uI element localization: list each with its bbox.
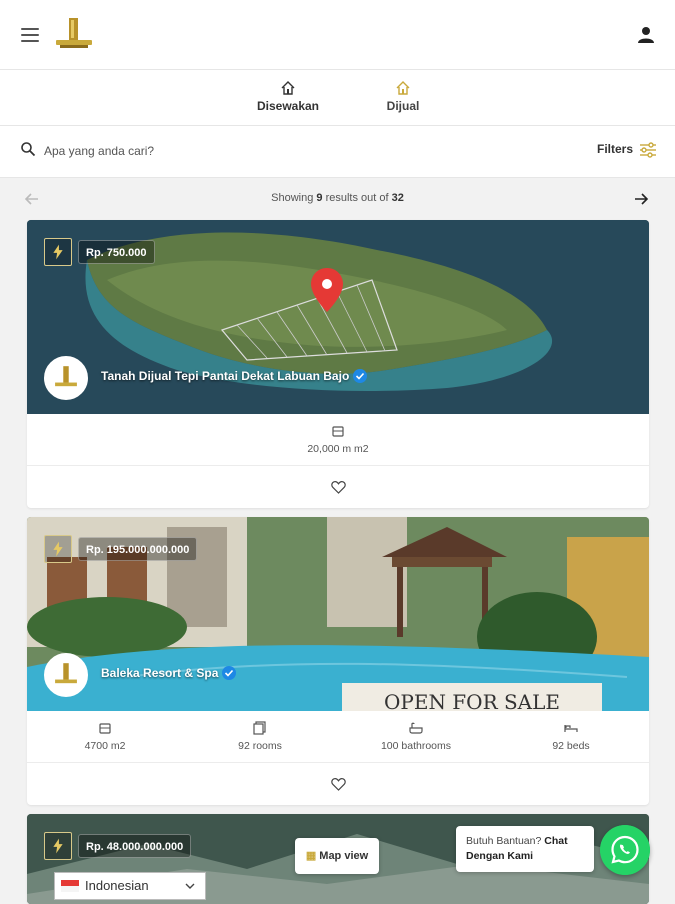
listing-photo[interactable]: Rp. 750.000 Tanah Dijual Tepi Pantai Dek… [27, 220, 649, 414]
rooms-icon [253, 721, 266, 735]
house-icon [396, 81, 410, 95]
agent-avatar[interactable] [44, 356, 88, 400]
verified-badge-icon [353, 369, 368, 383]
heart-icon[interactable] [331, 777, 346, 791]
filter-sliders-icon[interactable] [639, 141, 657, 159]
language-selector[interactable]: Indonesian [54, 872, 206, 900]
search-bar: Filters [0, 126, 675, 178]
favorite-row [27, 467, 649, 508]
results-count: Showing 9 results out of 32 [0, 192, 675, 204]
results-shown: 9 [316, 192, 323, 204]
arrow-right-icon[interactable] [633, 191, 649, 207]
results-prefix: Showing [271, 192, 314, 204]
feature-area: 4700 m2 [45, 721, 165, 752]
listing-features: 4700 m2 92 rooms 100 bathrooms 92 beds [27, 711, 649, 763]
open-for-sale-banner: OPEN FOR SALE [384, 690, 560, 711]
hamburger-icon[interactable] [21, 28, 39, 42]
listing-title[interactable]: Tanah Dijual Tepi Pantai Dekat Labuan Ba… [101, 369, 368, 383]
favorite-row [27, 764, 649, 805]
listing-features: 20,000 m m2 [27, 414, 649, 466]
tab-disewakan[interactable]: Disewakan [252, 80, 324, 113]
feature-label: 92 beds [552, 740, 590, 752]
results-middle: results out of [325, 192, 389, 204]
listing-title-text: Tanah Dijual Tepi Pantai Dekat Labuan Ba… [101, 369, 350, 383]
bathtub-icon [409, 722, 423, 734]
indonesia-flag-icon [61, 880, 79, 892]
listing-card[interactable]: Rp. 750.000 Tanah Dijual Tepi Pantai Dek… [27, 220, 649, 508]
map-view-button[interactable]: ▦ Map view [295, 838, 379, 874]
verified-badge-icon [222, 666, 237, 680]
listing-type-tabs: Disewakan Dijual [0, 70, 675, 126]
bed-icon [564, 725, 578, 732]
tab-label: Dijual [386, 99, 420, 113]
top-bar [0, 0, 675, 70]
feature-label: 92 rooms [238, 740, 282, 752]
filters-button[interactable]: Filters [597, 142, 633, 156]
chevron-down-icon [185, 883, 195, 889]
help-prefix: Butuh Bantuan? [466, 835, 542, 847]
help-chat-bubble[interactable]: Butuh Bantuan? Chat Dengan Kami [456, 826, 594, 872]
feature-bathrooms: 100 bathrooms [356, 721, 476, 752]
agent-avatar[interactable] [44, 653, 88, 697]
heart-icon[interactable] [331, 480, 346, 494]
user-icon[interactable] [637, 26, 655, 44]
feature-label: 20,000 m m2 [307, 443, 369, 455]
pagination-bar: Showing 9 results out of 32 [0, 178, 675, 220]
price-badge: Rp. 48.000.000.000 [78, 834, 192, 858]
listing-photo[interactable]: OPEN FOR SALE Rp. 195.000.000.000 Baleka… [27, 517, 649, 711]
listing-card[interactable]: OPEN FOR SALE Rp. 195.000.000.000 Baleka… [27, 517, 649, 805]
map-icon: ▦ [305, 850, 317, 862]
gold-logo-icon[interactable] [54, 16, 94, 50]
lightning-bolt-icon [44, 238, 72, 266]
feature-beds: 92 beds [511, 721, 631, 752]
tab-label: Disewakan [256, 99, 320, 113]
search-input[interactable] [44, 140, 444, 162]
whatsapp-icon[interactable] [600, 825, 650, 875]
house-icon [281, 81, 295, 95]
tab-dijual[interactable]: Dijual [378, 80, 428, 113]
price-badge: Rp. 750.000 [78, 240, 155, 264]
feature-label: 100 bathrooms [380, 740, 452, 752]
search-icon [21, 142, 36, 157]
area-icon [99, 723, 111, 734]
lightning-bolt-icon [44, 832, 72, 860]
language-label: Indonesian [85, 878, 149, 893]
feature-area: 20,000 m m2 [278, 424, 398, 455]
price-badge: Rp. 195.000.000.000 [78, 537, 198, 561]
feature-label: 4700 m2 [84, 740, 126, 752]
lightning-bolt-icon [44, 535, 72, 563]
listing-title[interactable]: Baleka Resort & Spa [101, 666, 237, 680]
results-total: 32 [391, 192, 404, 204]
listing-title-text: Baleka Resort & Spa [101, 666, 219, 680]
area-icon [332, 426, 344, 437]
feature-rooms: 92 rooms [200, 721, 320, 752]
map-view-label: Map view [319, 850, 369, 862]
